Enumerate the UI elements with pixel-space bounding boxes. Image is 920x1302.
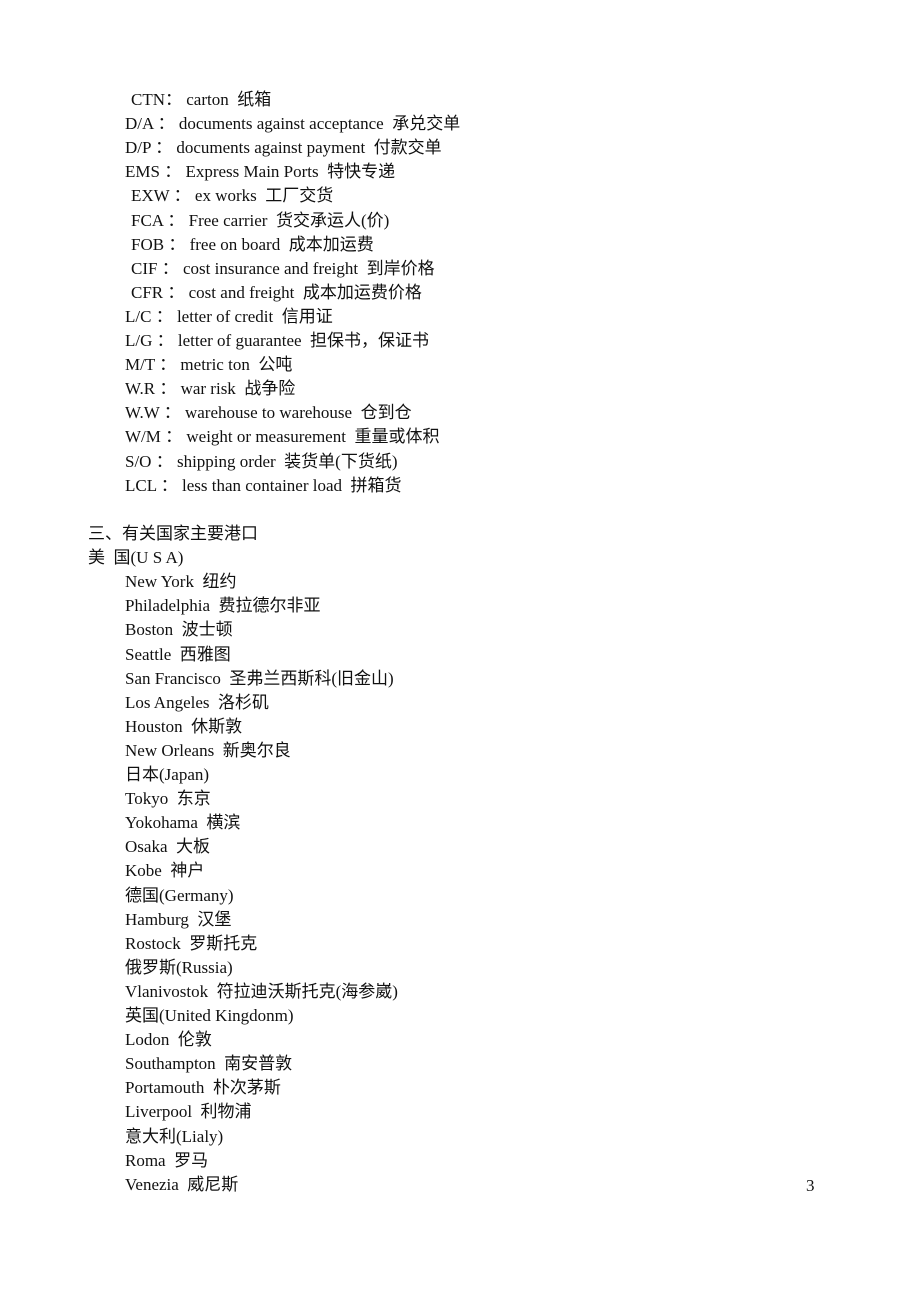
abbreviation-chinese: 信用证 [281, 306, 333, 326]
abbreviation-english: Express Main Ports [185, 162, 328, 182]
port-entry: Southampton 南安普敦 [125, 1054, 293, 1074]
abbreviation-chinese: 重量或体积 [354, 427, 440, 447]
page-number: 3 [806, 1176, 815, 1195]
abbreviation-english: documents against acceptance [178, 114, 393, 134]
abbreviation-chinese: 成本加运费 [288, 234, 374, 254]
abbreviation-chinese: 仓到仓 [360, 403, 412, 423]
abbreviation-term: CTN： [131, 90, 187, 109]
port-entry: Houston 休斯敦 [125, 716, 243, 736]
abbreviation-entry: L/C ： letter of credit 信用证 [125, 305, 333, 329]
abbreviation-english: ex works [194, 186, 266, 206]
port-entry: New Orleans 新奥尔良 [125, 740, 291, 760]
abbreviation-entry: FCA ： Free carrier 货交承运人(价) [131, 209, 389, 233]
country-heading: 俄罗斯(Russia) [125, 957, 233, 977]
abbreviation-entry: S/O ： shipping order 装货单(下货纸) [125, 450, 397, 474]
port-entry: Seattle 西雅图 [125, 644, 231, 664]
abbreviation-english: cost insurance and freight [182, 258, 367, 278]
abbreviation-chinese: 战争险 [244, 379, 296, 399]
country-heading: 德国(Germany) [125, 885, 234, 905]
country-heading: 意大利(Lialy) [125, 1126, 224, 1146]
abbreviation-english: war risk [180, 379, 245, 399]
country-heading: 英国(United Kingdonm) [125, 1006, 294, 1025]
abbreviation-english: free on board [189, 234, 289, 254]
abbreviation-term: L/C ： [125, 306, 177, 326]
abbreviation-term: D/A ： [125, 114, 179, 134]
abbreviation-term: EXW ： [131, 186, 195, 206]
abbreviation-entry: M/T ： metric ton 公吨 [125, 353, 292, 377]
abbreviation-english: metric ton [180, 355, 259, 375]
abbreviation-term: CIF ： [131, 258, 183, 278]
port-entry: Boston 波士顿 [125, 620, 233, 640]
abbreviation-chinese: 工厂交货 [265, 186, 334, 206]
abbreviation-chinese: 付款交单 [373, 138, 442, 158]
port-entry: Roma 罗马 [125, 1150, 209, 1170]
abbreviation-english: carton [186, 90, 238, 109]
abbreviation-english: cost and freight [188, 282, 303, 302]
abbreviation-chinese: 承兑交单 [392, 114, 461, 134]
port-entry: Yokohama 横滨 [125, 813, 241, 833]
abbreviation-chinese: 拼箱货 [350, 475, 402, 495]
port-entry: Philadelphia 费拉德尔非亚 [125, 596, 321, 616]
abbreviation-chinese: 货交承运人(价) [275, 210, 390, 230]
port-entry: Venezia 威尼斯 [125, 1174, 239, 1194]
abbreviation-english: weight or measurement [186, 427, 355, 447]
abbreviation-chinese: 装货单(下货纸) [284, 451, 398, 471]
abbreviation-chinese: 特快专递 [327, 162, 396, 182]
abbreviation-english: Free carrier [188, 210, 276, 230]
abbreviation-term: S/O ： [125, 451, 177, 471]
country-heading: 日本(Japan) [125, 765, 210, 784]
abbreviation-entry: CFR ： cost and freight 成本加运费价格 [131, 281, 422, 305]
abbreviation-chinese: 公吨 [258, 355, 293, 375]
abbreviation-entry: L/G ： letter of guarantee 担保书，保证书 [125, 329, 429, 353]
abbreviation-chinese: 担保书，保证书 [310, 331, 430, 350]
abbreviation-chinese: 成本加运费价格 [302, 282, 422, 302]
abbreviation-chinese: 到岸价格 [366, 258, 435, 278]
port-entry: San Francisco 圣弗兰西斯科(旧金山) [125, 668, 394, 688]
abbreviation-entry: EXW ： ex works 工厂交货 [131, 184, 333, 208]
abbreviation-term: LCL ： [125, 475, 182, 495]
abbreviation-english: documents against payment [176, 138, 374, 158]
abbreviation-entry: CTN： carton 纸箱 [131, 88, 271, 112]
port-entry: Lodon 伦敦 [125, 1030, 212, 1050]
abbreviation-term: L/G ： [125, 331, 178, 350]
abbreviation-entry: W.R ： war risk 战争险 [125, 377, 295, 401]
port-entry: Liverpool 利物浦 [125, 1102, 252, 1122]
abbreviation-entry: D/P ： documents against payment 付款交单 [125, 136, 442, 160]
port-entry: Kobe 神户 [125, 861, 205, 881]
abbreviation-term: M/T ： [125, 355, 181, 375]
abbreviation-term: D/P ： [125, 138, 177, 158]
abbreviation-entry: EMS ： Express Main Ports 特快专递 [125, 160, 395, 184]
port-entry: Rostock 罗斯托克 [125, 933, 258, 953]
abbreviation-term: FCA ： [131, 210, 189, 230]
port-entry: Osaka 大板 [125, 837, 210, 857]
abbreviation-entry: W/M ： weight or measurement 重量或体积 [125, 425, 439, 449]
abbreviation-term: FOB ： [131, 234, 190, 254]
abbreviation-english: shipping order [176, 451, 285, 471]
abbreviation-entry: D/A ： documents against acceptance 承兑交单 [125, 112, 460, 136]
abbreviation-entry: LCL ： less than container load 拼箱货 [125, 474, 402, 498]
abbreviation-term: CFR ： [131, 282, 189, 302]
abbreviation-term: W.W ： [125, 403, 185, 423]
document-page: CTN： carton 纸箱 D/A ： documents against ac… [0, 0, 920, 1302]
country-heading: 美 国(U S A) [88, 548, 184, 568]
abbreviation-term: W/M ： [125, 427, 187, 447]
abbreviation-english: letter of credit [176, 306, 282, 326]
port-entry: New York 纽约 [125, 572, 237, 592]
port-entry: Portamouth 朴次茅斯 [125, 1078, 281, 1098]
port-entry: Vlanivostok 符拉迪沃斯托克(海参崴) [125, 981, 398, 1001]
abbreviation-term: W.R ： [125, 379, 181, 399]
abbreviation-term: EMS ： [125, 162, 186, 182]
abbreviation-english: letter of guarantee [177, 331, 311, 350]
abbreviation-entry: W.W ： warehouse to warehouse 仓到仓 [125, 401, 412, 425]
abbreviation-chinese: 纸箱 [237, 90, 272, 109]
abbreviation-english: less than container load [181, 475, 351, 495]
port-entry: Los Angeles 洛杉矶 [125, 692, 270, 712]
section-heading: 三、有关国家主要港口 [88, 524, 258, 543]
port-entry: Hamburg 汉堡 [125, 909, 232, 929]
abbreviation-entry: FOB ： free on board 成本加运费 [131, 233, 374, 257]
abbreviation-english: warehouse to warehouse [184, 403, 361, 423]
port-entry: Tokyo 东京 [125, 789, 211, 809]
abbreviation-entry: CIF ： cost insurance and freight 到岸价格 [131, 257, 435, 281]
